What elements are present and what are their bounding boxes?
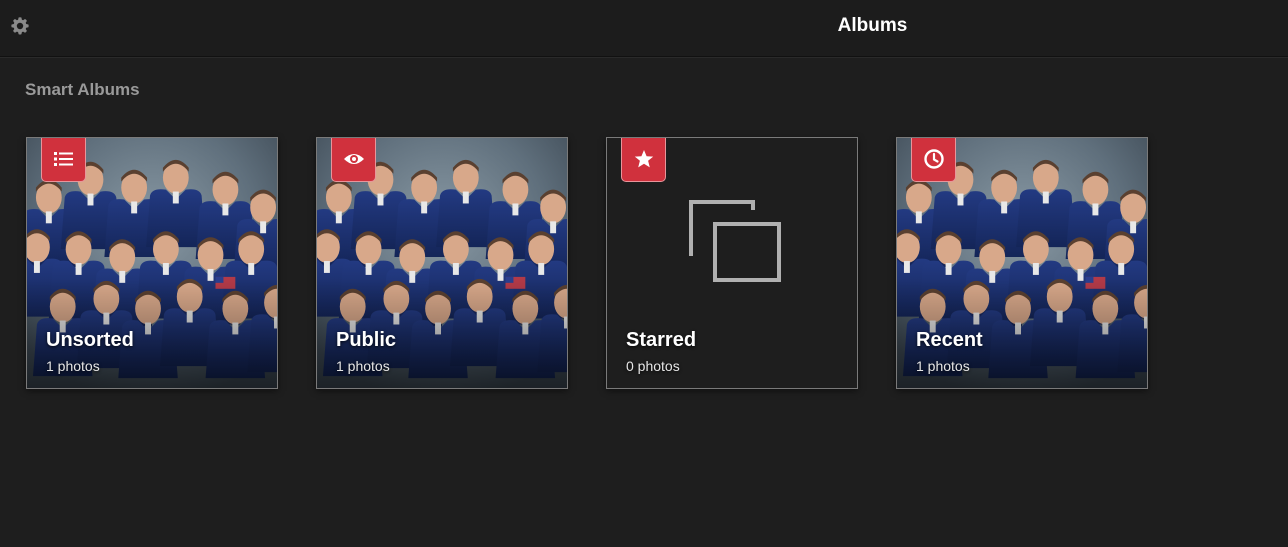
album-photo-count: 1 photos	[916, 358, 970, 374]
album-photo-count: 1 photos	[336, 358, 390, 374]
album-card-recent[interactable]: Recent 1 photos	[896, 137, 1148, 389]
album-card-unsorted[interactable]: Unsorted 1 photos	[26, 137, 278, 389]
list-icon	[53, 152, 73, 166]
album-card-starred[interactable]: Starred 0 photos	[606, 137, 858, 389]
album-badge	[331, 138, 376, 182]
album-title: Unsorted	[46, 329, 134, 351]
eye-icon	[343, 154, 364, 164]
album-badge	[621, 138, 666, 182]
page-title: Albums	[837, 15, 908, 36]
album-photo-count: 0 photos	[626, 358, 680, 374]
clock-icon	[923, 149, 944, 169]
top-bar: Albums	[0, 0, 1288, 57]
album-badge	[911, 138, 956, 182]
album-title: Public	[336, 329, 397, 351]
album-title: Recent	[916, 329, 983, 351]
section-title-smart-albums: Smart Albums	[25, 80, 140, 99]
album-photo-count: 1 photos	[46, 358, 100, 374]
album-card-public[interactable]: Public 1 photos	[316, 137, 568, 389]
star-icon	[634, 150, 653, 168]
empty-album-icon	[689, 200, 781, 282]
album-title: Starred	[626, 329, 697, 351]
album-badge	[41, 138, 86, 182]
